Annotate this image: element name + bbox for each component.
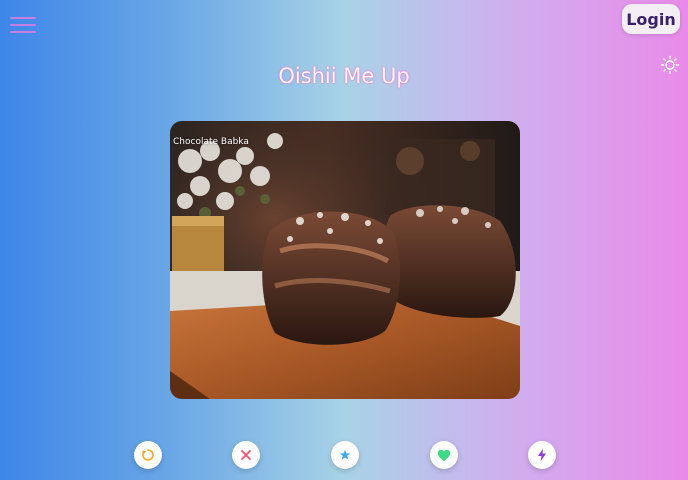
top-bar: Login [0, 0, 688, 50]
boost-button[interactable] [528, 441, 556, 469]
rewind-button[interactable] [134, 441, 162, 469]
hamburger-menu-icon[interactable] [10, 17, 36, 33]
heart-icon [437, 449, 451, 461]
page-title: Oishii Me Up [278, 64, 410, 88]
menu-line [10, 31, 36, 33]
menu-line [10, 24, 36, 26]
food-photo [170, 121, 520, 399]
nope-button[interactable] [232, 441, 260, 469]
lightning-icon [538, 448, 546, 462]
login-button[interactable]: Login [622, 4, 680, 34]
super-like-button[interactable] [331, 441, 359, 469]
menu-line [10, 17, 36, 19]
rewind-icon [142, 449, 154, 461]
card-caption: Chocolate Babka [173, 137, 249, 147]
like-button[interactable] [430, 441, 458, 469]
close-icon [241, 450, 251, 460]
star-icon [339, 449, 351, 460]
food-card[interactable]: Chocolate Babka [170, 121, 520, 399]
